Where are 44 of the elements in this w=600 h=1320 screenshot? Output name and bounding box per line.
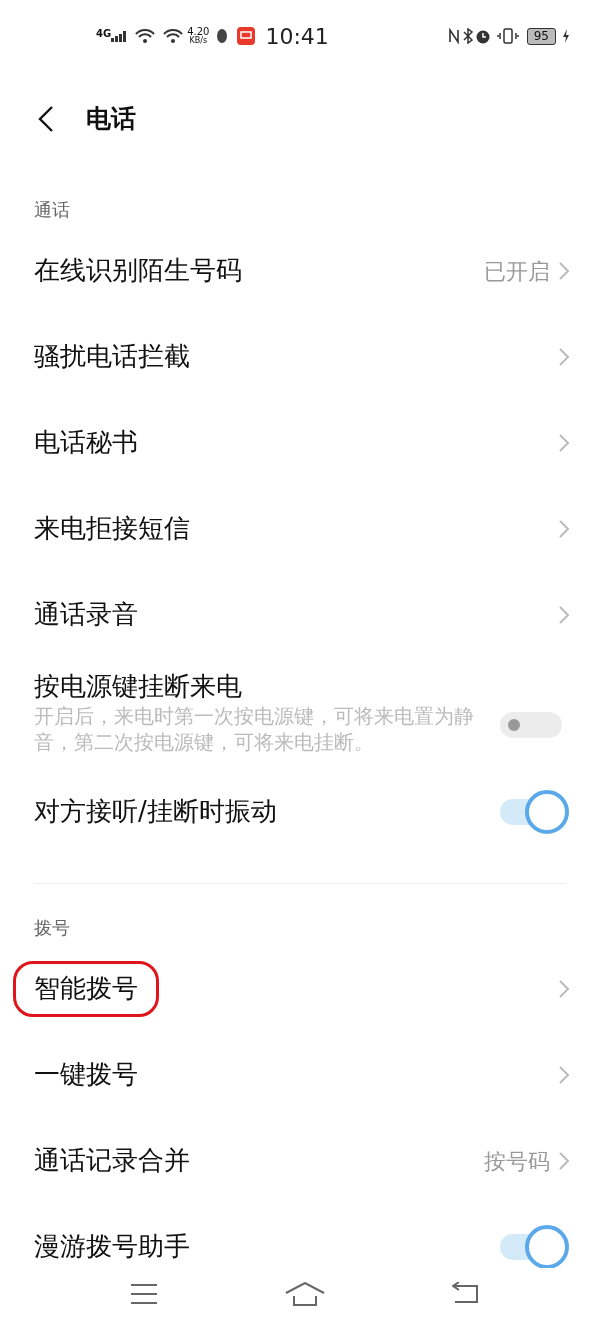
- setting-value: 按号码: [484, 1147, 550, 1176]
- chevron-right-icon[interactable]: [558, 519, 570, 539]
- setting-title: 在线识别陌生号码: [34, 254, 242, 288]
- chevron-right-icon[interactable]: [558, 261, 570, 281]
- battery-level: 95: [526, 27, 556, 45]
- setting-title: 来电拒接短信: [34, 512, 190, 546]
- setting-title: 对方接听/挂断时振动: [34, 795, 277, 829]
- back-arrow-icon[interactable]: [452, 1282, 480, 1306]
- chevron-right-icon[interactable]: [558, 605, 570, 625]
- speed-unit: KB/s: [189, 37, 208, 45]
- home-icon[interactable]: [285, 1282, 325, 1306]
- app-icon: [237, 27, 256, 45]
- bluetooth-icon: [462, 28, 473, 44]
- chevron-right-icon[interactable]: [558, 1065, 570, 1085]
- signal-icon: [111, 30, 128, 42]
- setting-title: 漫游拨号助手: [34, 1230, 190, 1264]
- wifi-icon: [163, 28, 184, 44]
- wifi-icon: [135, 28, 156, 44]
- back-icon[interactable]: [38, 105, 54, 133]
- setting-title: 通话录音: [34, 598, 138, 632]
- chevron-right-icon[interactable]: [558, 347, 570, 367]
- chevron-right-icon[interactable]: [558, 1151, 570, 1171]
- page-title: 电话: [86, 103, 136, 136]
- section-label: 通话: [33, 198, 71, 222]
- setting-title: 电话秘书: [34, 426, 138, 460]
- setting-value: 已开启: [484, 257, 550, 286]
- setting-title: 通话记录合并: [34, 1144, 190, 1178]
- alarm-icon: [474, 28, 491, 44]
- speed-value: 4.20: [187, 27, 210, 37]
- setting-title: 智能拨号: [13, 961, 159, 1017]
- toggle-switch[interactable]: [500, 789, 570, 835]
- nfc-icon: [447, 28, 460, 44]
- setting-title: 骚扰电话拦截: [34, 340, 190, 374]
- vibrate-icon: [496, 28, 519, 44]
- charging-icon: [562, 29, 570, 43]
- menu-icon[interactable]: [130, 1283, 158, 1305]
- chevron-right-icon[interactable]: [558, 433, 570, 453]
- clock: 10:41: [265, 22, 329, 51]
- setting-title: 按电源键挂断来电: [34, 670, 242, 704]
- section-label: 拨号: [33, 916, 71, 940]
- setting-description: 开启后，来电时第一次按电源键，可将来电置为静音，第二次按电源键，可将来电挂断。: [34, 704, 475, 757]
- chevron-right-icon[interactable]: [558, 979, 570, 999]
- network-label: 4G: [96, 27, 112, 41]
- setting-title: 一键拨号: [34, 1058, 138, 1092]
